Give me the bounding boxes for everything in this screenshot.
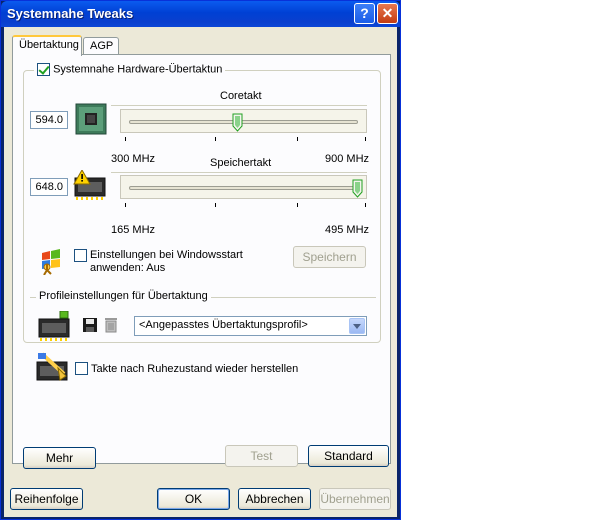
delete-profile-icon[interactable]: [104, 317, 118, 336]
overclock-checkbox[interactable]: [37, 63, 50, 76]
core-value-field: 594.0: [30, 111, 68, 129]
core-max-label: 900 MHz: [325, 153, 370, 165]
chevron-down-icon[interactable]: [349, 318, 365, 334]
memory-warning-icon: [73, 168, 107, 203]
more-button[interactable]: Mehr: [23, 447, 96, 469]
memory-value-field: 648.0: [30, 178, 68, 196]
memory-slider-thumb[interactable]: [352, 179, 363, 198]
core-slider[interactable]: [120, 109, 367, 133]
profiles-legend: Profileinstellungen für Übertaktung: [36, 290, 211, 302]
startup-checkbox-label: Einstellungen bei Windowsstart anwenden:…: [90, 249, 243, 274]
save-button[interactable]: Speichern: [293, 246, 366, 268]
profile-select-value: <Angepasstes Übertaktungsprofil>: [139, 319, 308, 331]
memory-profile-icon: [38, 310, 70, 344]
order-button[interactable]: Reihenfolge: [10, 488, 83, 510]
dialog-client: Übertaktung AGP Systemnahe Hardware-Über…: [4, 27, 397, 517]
core-slider-label: Coretakt: [220, 90, 262, 102]
test-button[interactable]: Test: [225, 445, 298, 467]
core-slider-thumb[interactable]: [232, 113, 243, 132]
help-icon[interactable]: ?: [354, 3, 375, 24]
close-icon[interactable]: ✕: [377, 3, 398, 24]
memory-max-label: 495 MHz: [325, 224, 370, 236]
resume-icon: [36, 352, 70, 385]
windows-startup-icon: [38, 247, 66, 278]
ok-button[interactable]: OK: [157, 488, 230, 510]
overclock-group: Systemnahe Hardware-Übertaktun 594.0 Cor…: [23, 63, 381, 344]
standard-button[interactable]: Standard: [308, 445, 389, 467]
startup-checkbox[interactable]: [74, 249, 87, 262]
dialog-window: Systemnahe Tweaks ? ✕ Übertaktung AGP Sy…: [0, 0, 401, 520]
overclock-checkbox-label: Systemnahe Hardware-Übertaktun: [53, 63, 223, 76]
resume-checkbox-label: Takte nach Ruhezustand wieder herstellen: [91, 363, 299, 375]
overclock-legend[interactable]: Systemnahe Hardware-Übertaktun: [34, 63, 226, 76]
memory-slider[interactable]: [120, 175, 367, 199]
window-title: Systemnahe Tweaks: [7, 6, 134, 21]
tab-panel: Systemnahe Hardware-Übertaktun 594.0 Cor…: [12, 54, 391, 469]
memory-min-label: 165 MHz: [111, 224, 156, 236]
tab-agp[interactable]: AGP: [83, 37, 119, 55]
apply-button[interactable]: Übernehmen: [319, 488, 391, 510]
memory-slider-label: Speichertakt: [210, 157, 272, 169]
cancel-button[interactable]: Abbrechen: [238, 488, 311, 510]
resume-checkbox[interactable]: [75, 362, 88, 375]
save-profile-icon[interactable]: [82, 317, 98, 336]
core-min-label: 300 MHz: [111, 153, 156, 165]
chip-icon: [75, 103, 107, 138]
tab-uebertaktung[interactable]: Übertaktung: [12, 35, 82, 56]
profile-select[interactable]: <Angepasstes Übertaktungsprofil>: [134, 316, 367, 336]
title-bar[interactable]: Systemnahe Tweaks ? ✕: [1, 1, 400, 27]
